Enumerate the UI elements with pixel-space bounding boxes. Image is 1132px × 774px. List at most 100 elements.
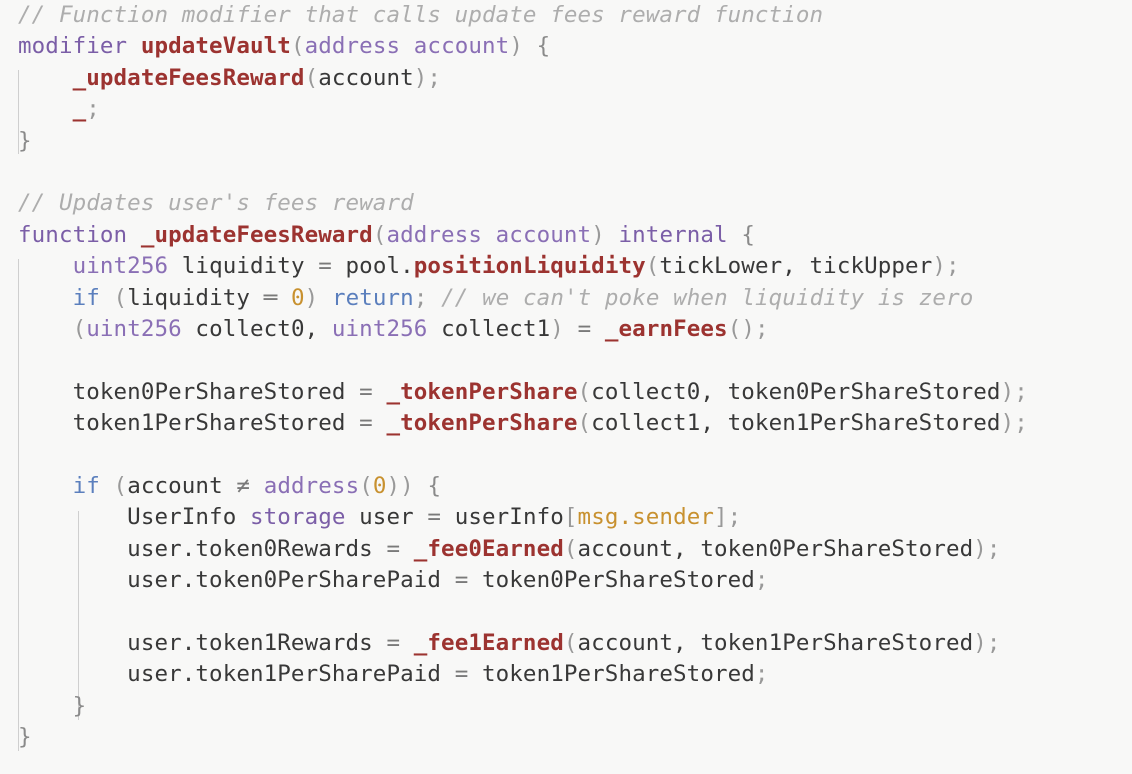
- token-plain: token1PerShareStored: [18, 410, 360, 437]
- code-line[interactable]: token0PerShareStored = _tokenPerShare(co…: [0, 377, 1132, 408]
- token-plain: token0PerShareStored: [468, 567, 755, 594]
- code-line[interactable]: user.token1Rewards = _fee1Earned(account…: [0, 628, 1132, 659]
- token-punc: ];: [714, 504, 742, 531]
- token-comment: // we can't poke when liquidity is zero: [441, 284, 974, 311]
- code-line[interactable]: user.token0PerSharePaid = token0PerShare…: [0, 565, 1132, 596]
- token-punc: ;: [86, 96, 100, 123]
- token-punc: ;: [754, 567, 769, 594]
- code-line[interactable]: UserInfo storage user = userInfo[msg.sen…: [0, 502, 1132, 533]
- token-op: =: [577, 315, 592, 342]
- token-fn: updateVault: [140, 33, 291, 60]
- code-line[interactable]: function _updateFeesReward(address accou…: [0, 220, 1132, 251]
- token-plain: user.token0Rewards: [18, 535, 387, 562]
- token-keyword: storage: [249, 504, 346, 531]
- token-keyword: internal: [618, 221, 728, 248]
- code-line[interactable]: user.token1PerSharePaid = token1PerShare…: [0, 659, 1132, 690]
- code-line[interactable]: user.token0Rewards = _fee0Earned(account…: [0, 534, 1132, 565]
- token-punc: );: [413, 64, 442, 91]
- token-punc: [: [563, 504, 578, 531]
- token-plain: collect0, token0PerShareStored: [591, 378, 1001, 405]
- token-punc: ;: [754, 661, 769, 688]
- token-plain: token0PerShareStored: [18, 378, 360, 405]
- token-plain: token1PerShareStored: [468, 661, 755, 688]
- code-line-blank[interactable]: [0, 345, 1132, 376]
- code-line[interactable]: }: [0, 691, 1132, 722]
- token-type: address: [386, 221, 482, 248]
- code-line[interactable]: if (account ≠ address(0)) {: [0, 471, 1132, 502]
- token-punc: (: [359, 472, 373, 499]
- token-punc: (: [372, 221, 387, 248]
- token-op: =: [359, 378, 373, 405]
- code-line-blank[interactable]: [0, 439, 1132, 470]
- token-punc: (: [290, 33, 305, 60]
- token-fn: positionLiquidity: [413, 253, 646, 280]
- code-editor-viewport[interactable]: // Function modifier that calls update f…: [0, 0, 1132, 774]
- token-op: ═: [263, 284, 278, 311]
- token-punc: ): [509, 33, 523, 60]
- token-punc: );: [1000, 410, 1028, 437]
- code-line[interactable]: _updateFeesReward(account);: [0, 63, 1132, 94]
- token-plain: user.token1Rewards: [18, 629, 387, 656]
- token-brace: {: [427, 472, 442, 499]
- code-line[interactable]: // Function modifier that calls update f…: [0, 0, 1132, 31]
- token-punc: (: [72, 315, 87, 342]
- token-plain: liquidity: [168, 253, 319, 280]
- token-plain: collect1, token1PerShareStored: [591, 410, 1001, 437]
- token-num: 0: [372, 472, 387, 499]
- token-punc: (: [577, 378, 592, 405]
- token-plain: account, token0PerShareStored: [577, 535, 974, 562]
- token-type: account: [413, 33, 510, 60]
- token-type: address: [304, 33, 401, 60]
- token-punc: (: [645, 253, 660, 280]
- token-punc: ();: [727, 315, 769, 342]
- code-line-blank[interactable]: [0, 157, 1132, 188]
- token-plain: user.token1PerSharePaid: [18, 661, 455, 688]
- token-plain: UserInfo: [18, 504, 250, 531]
- code-line[interactable]: }: [0, 722, 1132, 753]
- code-line[interactable]: }: [0, 126, 1132, 157]
- token-punc: );: [932, 253, 960, 280]
- token-control: if: [72, 284, 100, 311]
- token-plain: tickLower, tickUpper: [659, 253, 933, 280]
- token-fn: _earnFees: [604, 315, 728, 342]
- token-brace: {: [741, 221, 755, 248]
- token-punc: (: [113, 284, 128, 311]
- token-fn: _tokenPerShare: [386, 410, 578, 437]
- code-line[interactable]: // Updates user's fees reward: [0, 188, 1132, 219]
- code-line[interactable]: (uint256 collect0, uint256 collect1) = _…: [0, 314, 1132, 345]
- code-line[interactable]: uint256 liquidity = pool.positionLiquidi…: [0, 251, 1132, 282]
- token-punc: ;: [413, 284, 428, 311]
- code-line[interactable]: modifier updateVault(address account) {: [0, 31, 1132, 62]
- token-plain: userInfo: [441, 504, 564, 531]
- token-type: uint256: [331, 315, 428, 342]
- token-fn: _: [72, 96, 87, 123]
- token-fn: _updateFeesReward: [72, 64, 305, 91]
- token-comment: // Updates user's fees reward: [18, 190, 414, 217]
- token-op: =: [386, 535, 401, 562]
- code-line[interactable]: token1PerShareStored = _tokenPerShare(co…: [0, 408, 1132, 439]
- code-line[interactable]: if (liquidity ═ 0) return; // we can't p…: [0, 283, 1132, 314]
- token-brace: }: [72, 692, 87, 719]
- code-line[interactable]: _;: [0, 94, 1132, 125]
- token-punc: );: [1000, 378, 1028, 405]
- token-plain: collect0,: [181, 315, 332, 342]
- code-line-blank[interactable]: [0, 596, 1132, 627]
- token-plain: pool.: [331, 253, 414, 280]
